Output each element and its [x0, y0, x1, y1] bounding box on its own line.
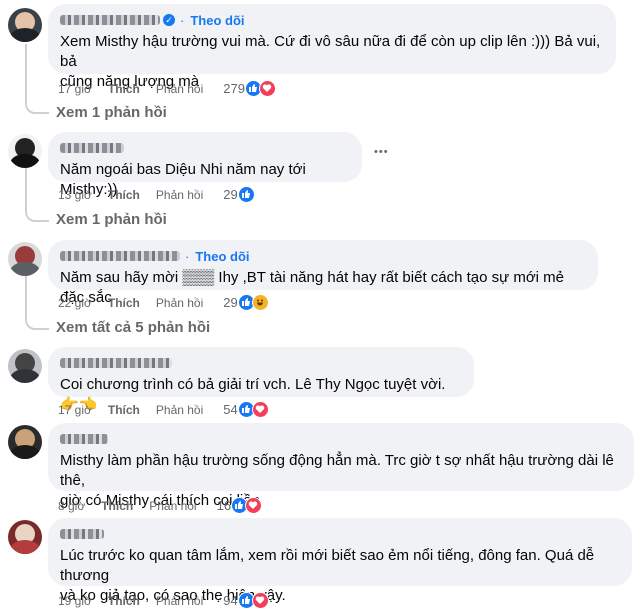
love-icon	[258, 80, 276, 97]
reply-button[interactable]: Phản hồi	[156, 296, 203, 310]
reaction-count: 54	[223, 402, 238, 417]
reply-connector	[25, 276, 49, 330]
follow-button[interactable]: Theo dõi	[195, 249, 249, 264]
comment-bubble: Coi chương trình có bả giải trí vch. Lê …	[48, 347, 474, 413]
reaction-summary[interactable]: 94	[223, 592, 269, 609]
reaction-count: 279	[223, 81, 245, 96]
reaction-summary[interactable]: 279	[223, 80, 276, 97]
view-replies-link[interactable]: Xem 1 phản hồi	[56, 104, 167, 121]
comment-actions: 17 giờ Thích Phản hồi 279	[58, 80, 276, 97]
reaction-count: 29	[223, 187, 238, 202]
reaction-count: 29	[223, 295, 238, 310]
like-button[interactable]: Thích	[101, 499, 133, 513]
love-icon	[251, 592, 269, 609]
reaction-summary[interactable]: 29	[223, 294, 269, 311]
comment-actions: 13 giờ Thích Phản hồi 29	[58, 186, 255, 203]
reply-button[interactable]: Phản hồi	[156, 82, 203, 96]
comment-actions: 19 giờ Thích Phản hồi 94	[58, 592, 269, 609]
timestamp[interactable]: 17 giờ	[58, 403, 92, 417]
comment-actions: 8 giờ Thích Phản hồi 16	[58, 497, 263, 514]
love-icon	[245, 497, 263, 514]
reaction-summary[interactable]: 54	[223, 401, 269, 418]
avatar[interactable]	[8, 242, 42, 276]
follow-button[interactable]: Theo dõi	[190, 13, 244, 28]
reply-connector	[25, 44, 49, 114]
like-icon	[237, 186, 255, 203]
like-button[interactable]: Thích	[108, 296, 140, 310]
more-options-icon[interactable]: •••	[374, 146, 389, 158]
like-button[interactable]: Thích	[108, 594, 140, 608]
reaction-summary[interactable]: 29	[223, 186, 255, 203]
timestamp[interactable]: 8 giờ	[58, 499, 85, 513]
timestamp[interactable]: 19 giờ	[58, 594, 92, 608]
comment-actions: 17 giờ Thích Phản hồi 54	[58, 401, 269, 418]
avatar[interactable]	[8, 520, 42, 554]
reply-button[interactable]: Phản hồi	[156, 188, 203, 202]
reply-button[interactable]: Phản hồi	[156, 594, 203, 608]
love-icon	[251, 401, 269, 418]
avatar[interactable]	[8, 349, 42, 383]
avatar[interactable]	[8, 8, 42, 42]
author-name-blurred[interactable]	[60, 251, 180, 261]
timestamp[interactable]: 13 giờ	[58, 188, 92, 202]
reaction-summary[interactable]: 16	[216, 497, 263, 514]
comment-bubble: Năm ngoái bas Diệu Nhi năm nay tới Misth…	[48, 132, 362, 198]
avatar[interactable]	[8, 134, 42, 168]
author-name-blurred[interactable]	[60, 434, 108, 444]
reply-button[interactable]: Phản hồi	[149, 499, 196, 513]
reaction-count: 16	[216, 498, 232, 513]
like-button[interactable]: Thích	[108, 403, 140, 417]
comment-bubble: ✓ · Theo dõi Xem Misthy hậu trường vui m…	[48, 4, 616, 90]
like-button[interactable]: Thích	[108, 188, 140, 202]
comment-actions: 22 giờ Thích Phản hồi 29	[58, 294, 269, 311]
avatar[interactable]	[8, 425, 42, 459]
timestamp[interactable]: 17 giờ	[58, 82, 92, 96]
verified-badge-icon: ✓	[163, 14, 175, 26]
comment-bubble: · Theo dõi Năm sau hãy mời ▒▒▒ Ihy ,BT t…	[48, 240, 598, 306]
author-name-blurred[interactable]	[60, 529, 104, 539]
author-name-blurred[interactable]	[60, 15, 160, 25]
reply-connector	[25, 168, 49, 222]
haha-icon	[251, 294, 269, 311]
author-name-blurred[interactable]	[60, 358, 172, 368]
comment-bubble: Misthy làm phần hậu trường sống động hẳn…	[48, 423, 634, 509]
timestamp[interactable]: 22 giờ	[58, 296, 92, 310]
author-name-blurred[interactable]	[60, 143, 124, 153]
view-replies-link[interactable]: Xem 1 phản hồi	[56, 211, 167, 228]
view-replies-link[interactable]: Xem tất cả 5 phản hồi	[56, 319, 210, 336]
reply-button[interactable]: Phản hồi	[156, 403, 203, 417]
comment-bubble: Lúc trước ko quan tâm lắm, xem rồi mới b…	[48, 518, 632, 604]
like-button[interactable]: Thích	[108, 82, 140, 96]
